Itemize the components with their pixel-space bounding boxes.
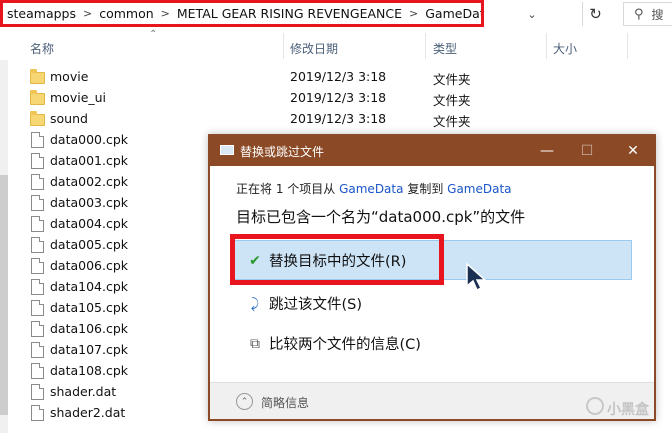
- maximize-icon: ☐: [580, 143, 594, 159]
- skip-option[interactable]: ⤸ 跳过该文件(S): [248, 293, 362, 314]
- file-icon: [31, 258, 44, 274]
- crumb-common[interactable]: common: [95, 6, 157, 21]
- compare-option-label: 比较两个文件的信息(C): [269, 337, 421, 353]
- column-date[interactable]: 修改日期: [290, 40, 338, 57]
- file-name: data004.cpk: [50, 216, 129, 231]
- file-icon: [31, 363, 44, 379]
- address-dropdown-icon[interactable]: ⌄: [520, 3, 544, 25]
- copy-status-line: 正在将 1 个项目从 GameData 复制到 GameData: [236, 180, 512, 197]
- breadcrumb[interactable]: steamapps > common > METAL GEAR RISING R…: [0, 0, 484, 27]
- column-divider[interactable]: [627, 33, 628, 59]
- dialog-heading: 目标已包含一个名为“data000.cpk”的文件: [236, 208, 526, 226]
- file-name: data104.cpk: [50, 279, 129, 294]
- skip-option-label: 跳过该文件(S): [269, 297, 363, 313]
- file-icon: [31, 174, 44, 190]
- skip-arrow-icon: ⤸: [250, 295, 260, 312]
- column-header-row: 名称 修改日期 类型 大小: [0, 33, 672, 61]
- folder-icon: [30, 111, 45, 126]
- watermark-logo-icon: [586, 397, 604, 415]
- file-icon: [31, 216, 44, 232]
- file-name: shader.dat: [50, 384, 117, 399]
- column-divider[interactable]: [546, 33, 547, 59]
- compare-option[interactable]: ⧉ 比较两个文件的信息(C): [248, 333, 421, 354]
- compare-files-icon: ⧉: [250, 335, 260, 352]
- file-icon: [31, 237, 44, 253]
- replace-or-skip-dialog: 替换或跳过文件 — ☐ ✕ 正在将 1 个项目从 GameData 复制到 Ga…: [208, 134, 656, 421]
- search-input[interactable]: ⚲ 搜: [623, 2, 672, 26]
- folder-icon: [30, 69, 45, 84]
- file-name: data107.cpk: [50, 342, 129, 357]
- file-name: data105.cpk: [50, 300, 129, 315]
- chevron-right-icon: >: [409, 7, 419, 20]
- crumb-gamedata[interactable]: GameData: [421, 6, 481, 21]
- file-name: data006.cpk: [50, 258, 129, 273]
- checkmark-icon: ✔: [249, 252, 261, 269]
- copy-status-mid: 复制到: [407, 182, 444, 196]
- file-name: data106.cpk: [50, 321, 129, 336]
- file-name: movie: [50, 69, 89, 84]
- crumb-steamapps[interactable]: steamapps: [3, 6, 80, 21]
- chevron-up-icon[interactable]: ⌃: [236, 393, 253, 410]
- file-name: data005.cpk: [50, 237, 129, 252]
- file-icon: [31, 405, 44, 421]
- file-name: sound: [50, 111, 88, 126]
- column-divider[interactable]: [283, 33, 284, 59]
- file-date: 2019/12/3 3:18: [290, 90, 387, 105]
- file-row[interactable]: movie_ui 2019/12/3 3:18 文件夹: [0, 88, 672, 109]
- address-bar-region: steamapps > common > METAL GEAR RISING R…: [0, 0, 672, 33]
- destination-folder-link[interactable]: GameData: [447, 182, 511, 196]
- folder-icon: [30, 90, 45, 105]
- column-name[interactable]: 名称: [30, 40, 54, 57]
- details-toggle-label[interactable]: 简略信息: [261, 394, 309, 411]
- source-folder-link[interactable]: GameData: [339, 182, 403, 196]
- column-divider[interactable]: [425, 33, 426, 59]
- dialog-title: 替换或跳过文件: [240, 145, 325, 159]
- file-name: data003.cpk: [50, 195, 129, 210]
- file-name: data002.cpk: [50, 174, 129, 189]
- chevron-right-icon: >: [160, 7, 170, 20]
- file-name: data108.cpk: [50, 363, 129, 378]
- column-type[interactable]: 类型: [433, 40, 457, 57]
- replace-option-label: 替换目标中的文件(R): [269, 254, 407, 270]
- replace-option[interactable]: ✔ 替换目标中的文件(R): [248, 250, 406, 271]
- file-name: data001.cpk: [50, 153, 129, 168]
- file-icon: [31, 384, 44, 400]
- file-icon: [31, 279, 44, 295]
- file-icon: [31, 195, 44, 211]
- search-icon: ⚲: [634, 6, 644, 22]
- file-type: 文件夹: [433, 114, 471, 129]
- file-row[interactable]: sound 2019/12/3 3:18 文件夹: [0, 109, 672, 130]
- copy-status-prefix: 正在将 1 个项目从: [236, 182, 336, 196]
- file-type: 文件夹: [433, 72, 471, 87]
- dialog-body: 正在将 1 个项目从 GameData 复制到 GameData 目标已包含一个…: [210, 166, 654, 388]
- dialog-titlebar[interactable]: 替换或跳过文件 — ☐ ✕: [210, 136, 654, 166]
- file-icon: [31, 321, 44, 337]
- column-size[interactable]: 大小: [553, 40, 577, 57]
- file-row[interactable]: movie 2019/12/3 3:18 文件夹: [0, 67, 672, 88]
- file-type: 文件夹: [433, 93, 471, 108]
- refresh-icon[interactable]: ↻: [582, 2, 608, 26]
- mouse-cursor-icon: [466, 262, 487, 292]
- watermark-text: 小黑盒: [607, 402, 649, 418]
- file-date: 2019/12/3 3:18: [290, 69, 387, 84]
- file-icon: [31, 300, 44, 316]
- copy-window-icon: [220, 145, 234, 155]
- close-icon[interactable]: ✕: [618, 140, 648, 162]
- file-icon: [31, 153, 44, 169]
- search-placeholder: 搜: [651, 7, 664, 22]
- file-name: shader2.dat: [50, 405, 126, 420]
- file-name: data000.cpk: [50, 132, 129, 147]
- file-date: 2019/12/3 3:18: [290, 111, 387, 126]
- crumb-game[interactable]: METAL GEAR RISING REVENGEANCE: [173, 6, 406, 21]
- file-icon: [31, 132, 44, 148]
- file-icon: [31, 342, 44, 358]
- file-name: movie_ui: [50, 90, 107, 105]
- chevron-right-icon: >: [82, 7, 93, 20]
- minimize-icon[interactable]: —: [532, 140, 562, 162]
